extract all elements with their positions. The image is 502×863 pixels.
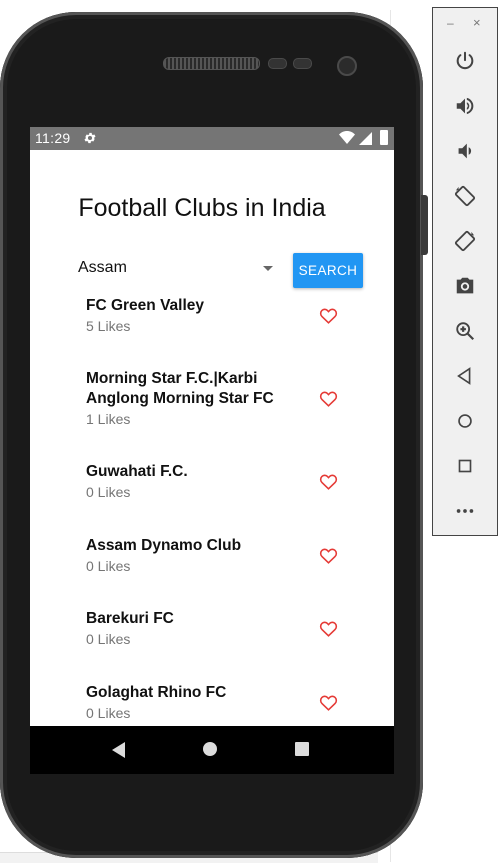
- heart-outline-icon[interactable]: [319, 473, 338, 490]
- phone-side-button: [421, 195, 428, 255]
- heart-outline-icon[interactable]: [319, 390, 338, 407]
- volume-up-icon[interactable]: [454, 95, 476, 117]
- club-list-item[interactable]: Golaghat Rhino FC 0 Likes: [86, 683, 376, 723]
- speaker-grille: [163, 57, 260, 70]
- phone-frame: 11:29 Football Clubs in India Assam SEAR…: [0, 12, 423, 858]
- volume-down-icon[interactable]: [454, 140, 476, 162]
- power-icon[interactable]: [454, 50, 476, 72]
- home-icon[interactable]: [454, 410, 476, 432]
- wifi-icon: [339, 131, 355, 144]
- settings-gear-icon: [84, 132, 96, 144]
- state-dropdown[interactable]: Assam: [78, 251, 278, 285]
- club-likes: 1 Likes: [86, 411, 131, 427]
- dropdown-arrow-icon: [263, 266, 273, 271]
- battery-icon: [380, 130, 388, 145]
- club-list-item[interactable]: Assam Dynamo Club 0 Likes: [86, 536, 376, 576]
- club-list-item[interactable]: Barekuri FC 0 Likes: [86, 609, 376, 649]
- club-list-item[interactable]: Morning Star F.C.|Karbi Anglong Morning …: [86, 369, 376, 429]
- nav-overview-icon[interactable]: [295, 742, 309, 756]
- overview-icon[interactable]: [454, 455, 476, 477]
- zoom-in-icon[interactable]: [454, 320, 476, 342]
- club-list-item[interactable]: Guwahati F.C. 0 Likes: [86, 462, 376, 502]
- emulator-toolbar: – ×: [432, 7, 498, 536]
- toolbar-close-button[interactable]: ×: [473, 15, 481, 30]
- heart-outline-icon[interactable]: [319, 547, 338, 564]
- nav-back-icon[interactable]: [112, 742, 126, 758]
- club-list-item[interactable]: FC Green Valley 5 Likes: [86, 296, 376, 336]
- club-name: Barekuri FC: [86, 610, 174, 627]
- status-bar: 11:29: [30, 127, 394, 150]
- search-button[interactable]: SEARCH: [293, 253, 363, 288]
- club-name: Golaghat Rhino FC: [86, 684, 227, 701]
- heart-outline-icon[interactable]: [319, 620, 338, 637]
- rotate-right-icon[interactable]: [454, 230, 476, 252]
- club-name: FC Green Valley: [86, 297, 205, 314]
- club-name: Guwahati F.C.: [86, 463, 188, 480]
- signal-icon: [359, 132, 372, 145]
- state-dropdown-value: Assam: [78, 259, 127, 276]
- camera-icon[interactable]: [454, 275, 476, 297]
- page-title: Football Clubs in India: [78, 194, 326, 222]
- front-camera: [337, 56, 357, 76]
- club-name: Assam Dynamo Club: [86, 537, 242, 554]
- rotate-left-icon[interactable]: [454, 185, 476, 207]
- club-name: Morning Star F.C.|Karbi Anglong Morning …: [86, 370, 274, 407]
- navigation-bar: [30, 726, 394, 774]
- app-content: Football Clubs in India Assam SEARCH FC …: [30, 150, 394, 726]
- light-sensor: [293, 58, 312, 69]
- proximity-sensor: [268, 58, 287, 69]
- nav-home-icon[interactable]: [203, 742, 217, 756]
- phone-screen: 11:29 Football Clubs in India Assam SEAR…: [30, 127, 394, 774]
- back-icon[interactable]: [454, 365, 476, 387]
- status-time: 11:29: [35, 130, 71, 146]
- more-icon[interactable]: [454, 500, 476, 522]
- heart-outline-icon[interactable]: [319, 307, 338, 324]
- heart-outline-icon[interactable]: [319, 694, 338, 711]
- toolbar-minimize-button[interactable]: –: [447, 16, 454, 30]
